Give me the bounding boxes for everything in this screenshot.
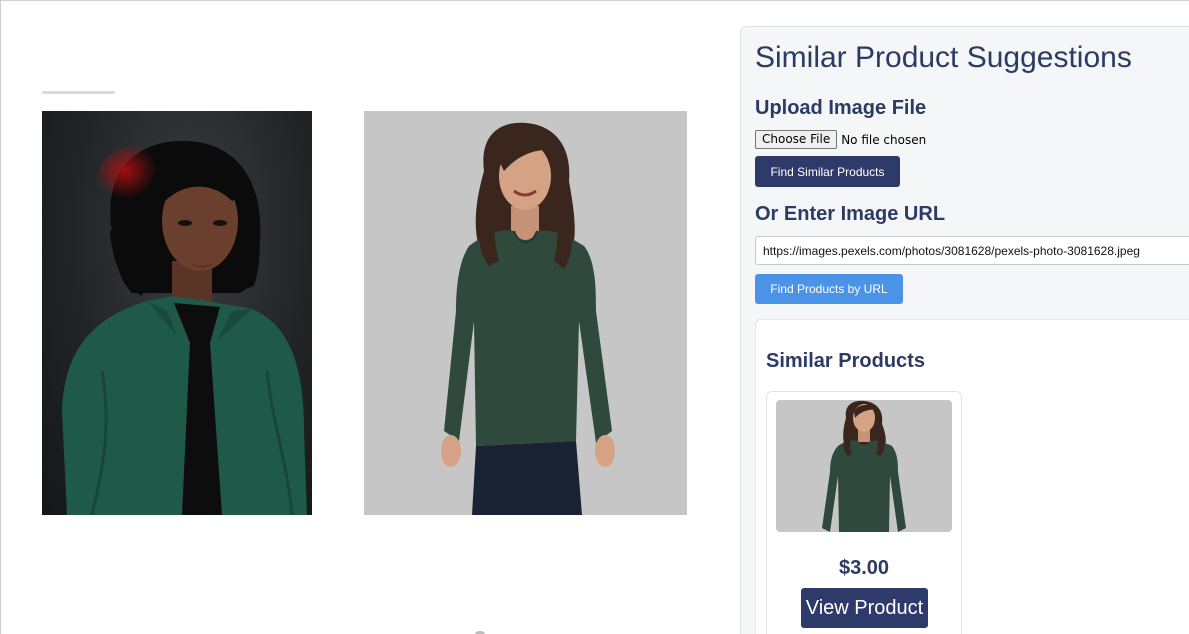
find-similar-products-button[interactable]: Find Similar Products (755, 156, 900, 187)
file-input: Choose File No file chosen (755, 130, 926, 149)
page: Similar Product Suggestions Upload Image… (0, 0, 1189, 634)
find-products-by-url-button[interactable]: Find Products by URL (755, 274, 903, 304)
similar-products-title: Similar Products (766, 350, 925, 372)
product-image-model (364, 111, 687, 515)
suggestions-panel: Similar Product Suggestions Upload Image… (740, 26, 1189, 634)
product-thumbnail (776, 400, 952, 532)
similar-products-section: Similar Products $3.00 View Product (755, 319, 1189, 634)
panel-title: Similar Product Suggestions (755, 41, 1132, 74)
thumbnail-illustration (822, 400, 906, 532)
upload-heading: Upload Image File (755, 97, 927, 119)
product-card: $3.00 View Product (766, 391, 962, 634)
model-illustration (441, 122, 615, 515)
choose-file-button[interactable]: Choose File (755, 130, 838, 149)
portrait-illustration (62, 140, 307, 515)
divider-line (42, 91, 115, 94)
image-url-input[interactable] (755, 236, 1189, 265)
url-heading: Or Enter Image URL (755, 203, 946, 225)
view-product-button[interactable]: View Product (801, 588, 928, 628)
product-price: $3.00 (838, 557, 890, 579)
uploaded-image-portrait (42, 111, 312, 515)
file-status-text: No file chosen (841, 132, 927, 147)
